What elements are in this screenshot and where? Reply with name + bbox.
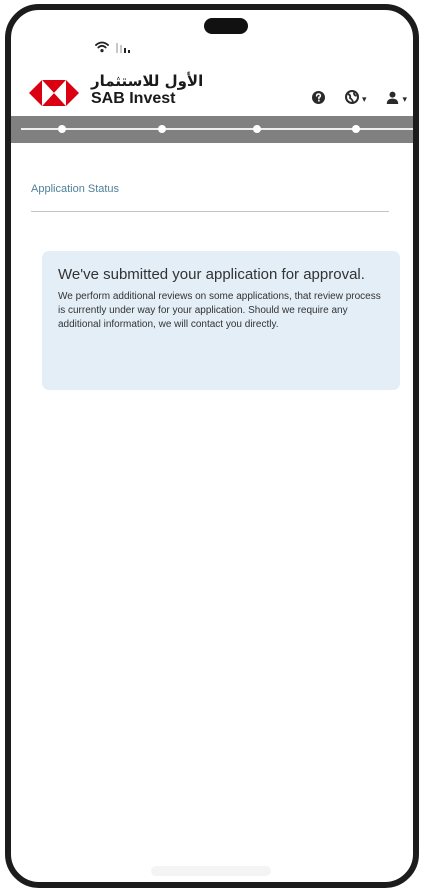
stepper-step-3 <box>253 125 261 133</box>
help-icon <box>311 90 325 109</box>
chevron-down-icon: ▾ <box>402 94 407 104</box>
stepper-step-2 <box>158 125 166 133</box>
application-status-notice: We've submitted your application for app… <box>42 251 400 390</box>
header-actions: ▾ ▾ <box>311 90 407 109</box>
brand-name: الأول للاستثمار SAB Invest <box>91 74 203 107</box>
stepper-step-4 <box>352 125 360 133</box>
user-icon <box>386 91 399 109</box>
signal-icon <box>116 40 130 58</box>
phone-frame: الأول للاستثمار SAB Invest ▾ ▾ Applicati… <box>5 4 419 888</box>
chevron-down-icon: ▾ <box>361 94 367 104</box>
page-title: Application Status <box>31 183 120 195</box>
camera-notch <box>204 18 248 34</box>
progress-stepper <box>11 116 413 143</box>
user-menu-dropdown[interactable]: ▾ <box>386 91 407 109</box>
status-bar <box>95 40 130 58</box>
home-indicator <box>151 866 271 876</box>
notice-body: We perform additional reviews on some ap… <box>58 291 381 330</box>
stepper-step-1 <box>58 125 66 133</box>
brand-logo-icon <box>29 76 79 115</box>
brand-name-arabic: الأول للاستثمار <box>91 72 204 90</box>
language-dropdown[interactable]: ▾ <box>344 90 367 109</box>
language-globe-icon <box>344 90 359 109</box>
wifi-icon <box>95 40 109 58</box>
title-divider <box>31 211 389 212</box>
app-header: الأول للاستثمار SAB Invest ▾ ▾ <box>11 68 413 118</box>
help-button[interactable] <box>311 90 325 109</box>
notice-heading: We've submitted your application for app… <box>58 266 365 283</box>
brand-name-english: SAB Invest <box>91 90 176 107</box>
